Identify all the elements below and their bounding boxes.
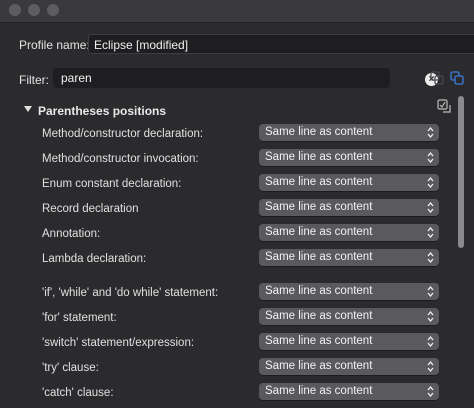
select-value: Same line as content [265,201,373,213]
select-value: Same line as content [265,251,373,263]
position-select[interactable]: Same line as content [259,224,439,241]
chevron-updown-icon [427,251,434,264]
select-value: Same line as content [265,310,373,322]
chevron-updown-icon [427,126,434,139]
close-window-button[interactable] [9,4,21,16]
position-select[interactable]: Same line as content [259,249,439,266]
select-value: Same line as content [265,226,373,238]
filter-label: Filter: [19,73,49,87]
chevron-updown-icon [427,201,434,214]
filter-input-value: paren [61,71,92,85]
option-row: 'for' statement: Same line as content [0,308,450,328]
chevron-updown-icon [427,360,434,373]
minimize-window-button[interactable] [28,4,40,16]
select-value: Same line as content [265,335,373,347]
option-label: 'catch' clause: [42,387,114,399]
option-label: 'try' clause: [42,362,99,374]
position-select[interactable]: Same line as content [259,333,439,350]
chevron-updown-icon [427,310,434,323]
option-row: Method/constructor invocation: Same line… [0,149,450,169]
chevron-updown-icon [427,385,434,398]
settings-content: Parentheses positions Method/constructor… [0,96,474,408]
profile-name-field[interactable]: Eclipse [modified] [88,34,474,54]
option-row: Method/constructor declaration: Same lin… [0,124,450,144]
copy-settings-icon[interactable] [430,71,444,85]
restore-defaults-icon[interactable] [437,99,452,114]
option-row: 'catch' clause: Same line as content [0,383,450,403]
section-title: Parentheses positions [38,104,167,118]
position-select[interactable]: Same line as content [259,199,439,216]
option-label: Annotation: [42,228,101,240]
profile-name-label: Profile name: [19,38,90,52]
option-row: 'switch' statement/expression: Same line… [0,333,450,353]
chevron-updown-icon [427,176,434,189]
option-row: Record declaration Same line as content [0,199,450,219]
select-value: Same line as content [265,176,373,188]
disclosure-triangle-icon[interactable] [23,104,33,114]
option-label: 'for' statement: [42,312,117,324]
select-value: Same line as content [265,126,373,138]
option-label: Enum constant declaration: [42,178,182,190]
paste-settings-icon[interactable] [450,71,464,85]
chevron-updown-icon [427,285,434,298]
chevron-updown-icon [427,226,434,239]
position-select[interactable]: Same line as content [259,308,439,325]
chevron-updown-icon [427,151,434,164]
option-label: Method/constructor declaration: [42,128,204,140]
select-value: Same line as content [265,385,373,397]
position-select[interactable]: Same line as content [259,124,439,141]
select-value: Same line as content [265,151,373,163]
filter-input[interactable]: paren × [53,68,438,88]
option-label: Method/constructor invocation: [42,153,199,165]
option-row: Lambda declaration: Same line as content [0,249,450,269]
select-value: Same line as content [265,285,373,297]
zoom-window-button[interactable] [47,4,59,16]
option-label: 'switch' statement/expression: [42,337,195,349]
profile-name-row: Profile name: Eclipse [modified] [0,30,474,58]
position-select[interactable]: Same line as content [259,283,439,300]
option-row: 'try' clause: Same line as content [0,358,450,378]
option-row: Enum constant declaration: Same line as … [0,174,450,194]
select-value: Same line as content [265,360,373,372]
section-header-parentheses[interactable]: Parentheses positions [0,100,440,120]
window-titlebar [0,0,474,23]
scrollbar-thumb[interactable] [458,96,464,248]
option-row: Annotation: Same line as content [0,224,450,244]
option-label: 'if', 'while' and 'do while' statement: [42,287,219,299]
filter-row: Filter: paren × [0,66,474,90]
position-select[interactable]: Same line as content [259,174,439,191]
chevron-updown-icon [427,335,434,348]
option-label: Record declaration [42,203,139,215]
option-row: 'if', 'while' and 'do while' statement: … [0,283,450,303]
position-select[interactable]: Same line as content [259,358,439,375]
position-select[interactable]: Same line as content [259,383,439,400]
option-label: Lambda declaration: [42,253,147,265]
position-select[interactable]: Same line as content [259,149,439,166]
